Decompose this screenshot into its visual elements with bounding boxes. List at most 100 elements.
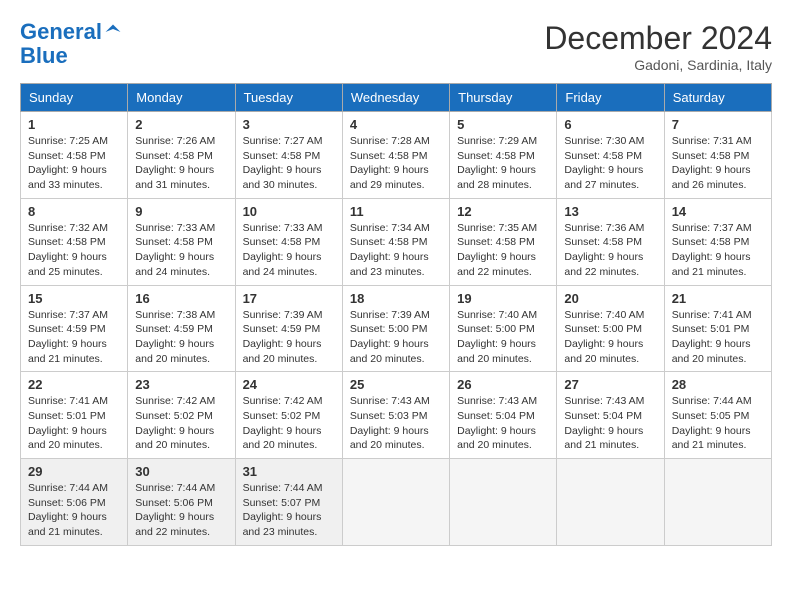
calendar-cell: 27 Sunrise: 7:43 AMSunset: 5:04 PMDayligh… <box>557 372 664 459</box>
calendar-weekday-tuesday: Tuesday <box>235 84 342 112</box>
calendar-week-row: 29 Sunrise: 7:44 AMSunset: 5:06 PMDayligh… <box>21 459 772 546</box>
title-block: December 2024 Gadoni, Sardinia, Italy <box>544 20 772 73</box>
day-number: 18 <box>350 291 442 306</box>
cell-content: Sunrise: 7:42 AMSunset: 5:02 PMDaylight:… <box>243 394 335 453</box>
calendar-cell: 18 Sunrise: 7:39 AMSunset: 5:00 PMDayligh… <box>342 285 449 372</box>
cell-content: Sunrise: 7:29 AMSunset: 4:58 PMDaylight:… <box>457 134 549 193</box>
day-number: 30 <box>135 464 227 479</box>
cell-content: Sunrise: 7:26 AMSunset: 4:58 PMDaylight:… <box>135 134 227 193</box>
calendar-cell: 12 Sunrise: 7:35 AMSunset: 4:58 PMDayligh… <box>450 198 557 285</box>
calendar-cell: 2 Sunrise: 7:26 AMSunset: 4:58 PMDaylight… <box>128 112 235 199</box>
cell-content: Sunrise: 7:41 AMSunset: 5:01 PMDaylight:… <box>672 308 764 367</box>
calendar-cell: 29Sunrise: 7:44 AMSunset: 5:06 PMDayligh… <box>21 459 128 546</box>
calendar-weekday-friday: Friday <box>557 84 664 112</box>
cell-content: Sunrise: 7:44 AMSunset: 5:05 PMDaylight:… <box>672 394 764 453</box>
calendar-weekday-wednesday: Wednesday <box>342 84 449 112</box>
day-number: 4 <box>350 117 442 132</box>
cell-content: Sunrise: 7:28 AMSunset: 4:58 PMDaylight:… <box>350 134 442 193</box>
calendar-cell: 10 Sunrise: 7:33 AMSunset: 4:58 PMDayligh… <box>235 198 342 285</box>
day-number: 23 <box>135 377 227 392</box>
day-number: 6 <box>564 117 656 132</box>
month-title: December 2024 <box>544 20 772 57</box>
day-number: 19 <box>457 291 549 306</box>
calendar-cell: 31Sunrise: 7:44 AMSunset: 5:07 PMDayligh… <box>235 459 342 546</box>
calendar-cell: 4 Sunrise: 7:28 AMSunset: 4:58 PMDaylight… <box>342 112 449 199</box>
logo: General Blue <box>20 20 124 68</box>
calendar-header-row: SundayMondayTuesdayWednesdayThursdayFrid… <box>21 84 772 112</box>
calendar-cell: 14 Sunrise: 7:37 AMSunset: 4:58 PMDayligh… <box>664 198 771 285</box>
day-number: 7 <box>672 117 764 132</box>
day-number: 1 <box>28 117 120 132</box>
calendar-cell: 23 Sunrise: 7:42 AMSunset: 5:02 PMDayligh… <box>128 372 235 459</box>
cell-content: Sunrise: 7:41 AMSunset: 5:01 PMDaylight:… <box>28 394 120 453</box>
cell-content: Sunrise: 7:43 AMSunset: 5:03 PMDaylight:… <box>350 394 442 453</box>
day-number: 13 <box>564 204 656 219</box>
day-number: 10 <box>243 204 335 219</box>
day-number: 5 <box>457 117 549 132</box>
cell-content: Sunrise: 7:43 AMSunset: 5:04 PMDaylight:… <box>564 394 656 453</box>
day-number: 28 <box>672 377 764 392</box>
calendar-cell: 30 Sunrise: 7:44 AMSunset: 5:06 PMDayligh… <box>128 459 235 546</box>
cell-content: Sunrise: 7:40 AMSunset: 5:00 PMDaylight:… <box>457 308 549 367</box>
calendar-table: SundayMondayTuesdayWednesdayThursdayFrid… <box>20 83 772 546</box>
calendar-cell: 28 Sunrise: 7:44 AMSunset: 5:05 PMDayligh… <box>664 372 771 459</box>
calendar-cell: 6 Sunrise: 7:30 AMSunset: 4:58 PMDaylight… <box>557 112 664 199</box>
calendar-weekday-saturday: Saturday <box>664 84 771 112</box>
day-number: 2 <box>135 117 227 132</box>
calendar-weekday-thursday: Thursday <box>450 84 557 112</box>
cell-content: Sunrise: 7:40 AMSunset: 5:00 PMDaylight:… <box>564 308 656 367</box>
cell-content: Sunrise: 7:39 AMSunset: 4:59 PMDaylight:… <box>243 308 335 367</box>
calendar-cell: 1 Sunrise: 7:25 AMSunset: 4:58 PMDaylight… <box>21 112 128 199</box>
cell-content: Sunrise: 7:44 AMSunset: 5:06 PMDaylight:… <box>135 481 227 540</box>
page-header: General Blue December 2024 Gadoni, Sardi… <box>20 20 772 73</box>
cell-content: Sunrise: 7:32 AMSunset: 4:58 PMDaylight:… <box>28 221 120 280</box>
calendar-cell: 16Sunrise: 7:38 AMSunset: 4:59 PMDayligh… <box>128 285 235 372</box>
calendar-cell <box>557 459 664 546</box>
day-number: 27 <box>564 377 656 392</box>
calendar-week-row: 15Sunrise: 7:37 AMSunset: 4:59 PMDayligh… <box>21 285 772 372</box>
cell-content: Sunrise: 7:42 AMSunset: 5:02 PMDaylight:… <box>135 394 227 453</box>
day-number: 26 <box>457 377 549 392</box>
day-number: 8 <box>28 204 120 219</box>
logo-text: General <box>20 20 102 44</box>
calendar-cell: 15Sunrise: 7:37 AMSunset: 4:59 PMDayligh… <box>21 285 128 372</box>
day-number: 29 <box>28 464 120 479</box>
calendar-weekday-sunday: Sunday <box>21 84 128 112</box>
day-number: 17 <box>243 291 335 306</box>
calendar-cell: 7 Sunrise: 7:31 AMSunset: 4:58 PMDaylight… <box>664 112 771 199</box>
calendar-weekday-monday: Monday <box>128 84 235 112</box>
day-number: 14 <box>672 204 764 219</box>
calendar-cell: 9Sunrise: 7:33 AMSunset: 4:58 PMDaylight… <box>128 198 235 285</box>
logo-icon <box>104 23 122 41</box>
cell-content: Sunrise: 7:39 AMSunset: 5:00 PMDaylight:… <box>350 308 442 367</box>
day-number: 24 <box>243 377 335 392</box>
calendar-cell: 21Sunrise: 7:41 AMSunset: 5:01 PMDayligh… <box>664 285 771 372</box>
cell-content: Sunrise: 7:33 AMSunset: 4:58 PMDaylight:… <box>243 221 335 280</box>
cell-content: Sunrise: 7:31 AMSunset: 4:58 PMDaylight:… <box>672 134 764 193</box>
day-number: 11 <box>350 204 442 219</box>
day-number: 16 <box>135 291 227 306</box>
day-number: 20 <box>564 291 656 306</box>
location: Gadoni, Sardinia, Italy <box>544 57 772 73</box>
calendar-cell: 19 Sunrise: 7:40 AMSunset: 5:00 PMDayligh… <box>450 285 557 372</box>
day-number: 12 <box>457 204 549 219</box>
calendar-week-row: 8 Sunrise: 7:32 AMSunset: 4:58 PMDaylight… <box>21 198 772 285</box>
calendar-cell: 26Sunrise: 7:43 AMSunset: 5:04 PMDayligh… <box>450 372 557 459</box>
calendar-week-row: 1 Sunrise: 7:25 AMSunset: 4:58 PMDaylight… <box>21 112 772 199</box>
calendar-cell <box>664 459 771 546</box>
calendar-cell: 20 Sunrise: 7:40 AMSunset: 5:00 PMDayligh… <box>557 285 664 372</box>
cell-content: Sunrise: 7:30 AMSunset: 4:58 PMDaylight:… <box>564 134 656 193</box>
day-number: 3 <box>243 117 335 132</box>
cell-content: Sunrise: 7:35 AMSunset: 4:58 PMDaylight:… <box>457 221 549 280</box>
calendar-cell <box>342 459 449 546</box>
cell-content: Sunrise: 7:25 AMSunset: 4:58 PMDaylight:… <box>28 134 120 193</box>
day-number: 31 <box>243 464 335 479</box>
cell-content: Sunrise: 7:37 AMSunset: 4:58 PMDaylight:… <box>672 221 764 280</box>
calendar-cell: 17 Sunrise: 7:39 AMSunset: 4:59 PMDayligh… <box>235 285 342 372</box>
calendar-cell: 8 Sunrise: 7:32 AMSunset: 4:58 PMDaylight… <box>21 198 128 285</box>
calendar-cell: 11Sunrise: 7:34 AMSunset: 4:58 PMDayligh… <box>342 198 449 285</box>
calendar-cell: 24 Sunrise: 7:42 AMSunset: 5:02 PMDayligh… <box>235 372 342 459</box>
cell-content: Sunrise: 7:33 AMSunset: 4:58 PMDaylight:… <box>135 221 227 280</box>
cell-content: Sunrise: 7:27 AMSunset: 4:58 PMDaylight:… <box>243 134 335 193</box>
calendar-cell: 5 Sunrise: 7:29 AMSunset: 4:58 PMDaylight… <box>450 112 557 199</box>
